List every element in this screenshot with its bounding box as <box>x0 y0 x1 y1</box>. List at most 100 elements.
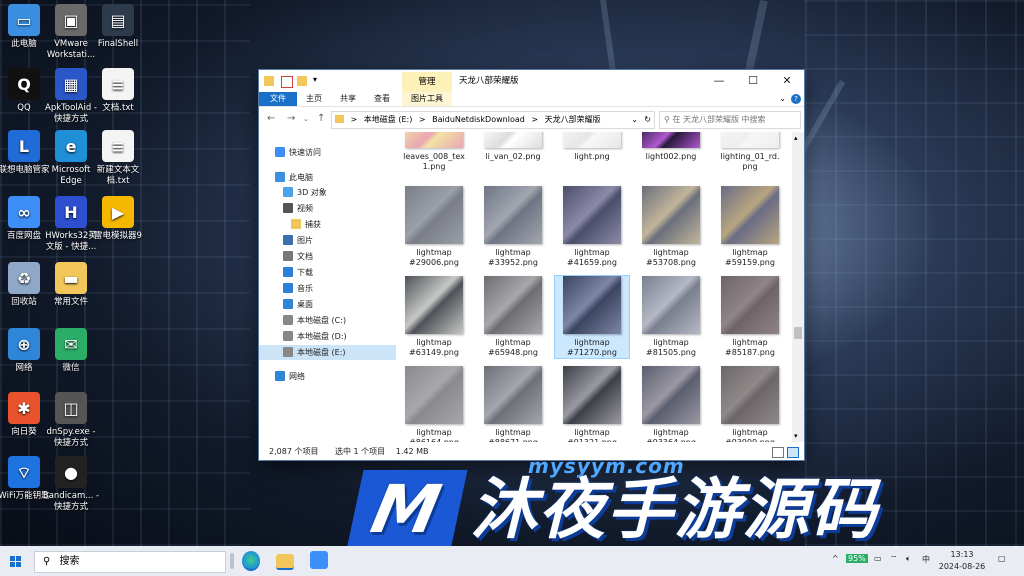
file-tile[interactable]: lightmap #93999.png <box>713 366 787 442</box>
baidu-netdisk-taskbar-icon[interactable] <box>310 551 328 569</box>
file-tile[interactable]: lightmap #59159.png <box>713 186 787 268</box>
nav-item-label: 下载 <box>297 268 313 277</box>
large-icons-view-icon[interactable] <box>787 447 799 458</box>
file-tile[interactable]: lightmap #88671.png <box>476 366 550 442</box>
forward-arrow-icon[interactable]: → <box>287 113 295 124</box>
nav-item[interactable]: 此电脑 <box>259 170 403 185</box>
tray-expand-icon[interactable]: ^ <box>832 554 839 563</box>
ime-indicator[interactable]: 中 <box>922 554 930 565</box>
network-icon[interactable]: ⌔ <box>890 554 898 564</box>
file-tile[interactable]: lightmap #53708.png <box>634 186 708 268</box>
tab-picture-tools[interactable]: 图片工具 <box>402 92 452 106</box>
quick-access-dropdown-icon[interactable]: ▾ <box>313 75 317 84</box>
file-thumbnail <box>484 132 542 148</box>
start-button[interactable] <box>10 556 21 567</box>
up-arrow-icon[interactable]: ↑ <box>317 113 325 124</box>
volume-icon[interactable]: 🔈︎ <box>906 554 911 564</box>
tab-home[interactable]: 主页 <box>306 92 322 106</box>
file-tile[interactable]: lightmap #85187.png <box>713 276 787 358</box>
breadcrumb-folder[interactable]: BaiduNetdiskDownload <box>432 115 525 124</box>
file-tile[interactable]: lightmap #93364.png <box>634 366 708 442</box>
desktop-icon[interactable]: ≡ 文档.txt <box>88 68 148 114</box>
address-bar[interactable]: > 本地磁盘 (E:) > BaiduNetdiskDownload > 天龙八… <box>331 111 655 129</box>
nav-item[interactable]: 捕获 <box>259 217 419 232</box>
file-tile[interactable]: lightmap #29006.png <box>397 186 471 268</box>
minimize-button[interactable]: — <box>702 70 736 92</box>
properties-icon[interactable] <box>281 76 293 88</box>
file-tile[interactable]: lighting_01_rd. png <box>713 132 787 172</box>
watermark-logo: M 沐夜手游源码 <box>346 470 879 550</box>
file-tile[interactable]: lightmap #71270.png <box>554 275 630 359</box>
desktop-icon[interactable]: ▤ FinalShell <box>88 4 148 50</box>
nav-item[interactable]: 快速访问 <box>259 145 403 160</box>
taskbar-search[interactable]: ⚲ 搜索 <box>34 551 226 573</box>
file-thumbnail <box>563 366 621 424</box>
nav-item[interactable]: 桌面 <box>259 297 411 312</box>
file-tile[interactable]: lightmap #65948.png <box>476 276 550 358</box>
close-button[interactable]: ✕ <box>770 70 804 92</box>
file-thumbnail <box>405 186 463 244</box>
details-view-icon[interactable] <box>772 447 784 458</box>
desktop-icon[interactable]: ● Bandicam... - 快捷方式 <box>41 456 101 513</box>
tab-view[interactable]: 查看 <box>374 92 390 106</box>
clock[interactable]: 13:13 2024-08-26 <box>936 549 988 573</box>
file-tile[interactable]: lightmap #41659.png <box>555 186 629 268</box>
task-view-icon[interactable] <box>230 553 234 569</box>
back-arrow-icon[interactable]: ← <box>267 113 275 124</box>
desktop-icon[interactable]: ≡ 新建文本文档.txt <box>88 130 148 187</box>
file-tile[interactable]: light002.png <box>634 132 708 162</box>
tab-file[interactable]: 文件 <box>259 92 297 106</box>
selected-size: 1.42 MB <box>395 447 429 456</box>
file-tile[interactable]: lightmap #63149.png <box>397 276 471 358</box>
breadcrumb-drive[interactable]: 本地磁盘 (E:) <box>364 115 413 124</box>
nav-item[interactable]: 文档 <box>259 249 411 264</box>
nav-item[interactable]: 本地磁盘 (E:) <box>259 345 411 360</box>
battery-indicator[interactable]: 95% <box>846 554 868 563</box>
desktop-icon-label: Bandicam... - 快捷方式 <box>42 491 100 512</box>
desktop-icon-label: 雷电模拟器9 <box>94 231 142 241</box>
help-icon[interactable]: ? <box>791 94 801 104</box>
file-name: lightmap #33952.png <box>488 248 538 267</box>
nav-item[interactable]: 3D 对象 <box>259 185 411 200</box>
edge-taskbar-icon[interactable] <box>242 551 260 571</box>
file-thumbnail <box>721 186 779 244</box>
nav-item[interactable]: 网络 <box>259 369 403 384</box>
maximize-button[interactable]: ☐ <box>736 70 770 92</box>
nav-item[interactable]: 视频 <box>259 201 411 216</box>
notification-icon[interactable]: ▢ <box>998 554 1006 563</box>
desktop-icon[interactable]: ▶ 雷电模拟器9 <box>88 196 148 242</box>
nav-item[interactable]: 音乐 <box>259 281 411 296</box>
file-tile[interactable]: lightmap #86164.png <box>397 366 471 442</box>
nav-item-icon <box>283 267 293 277</box>
file-tile[interactable]: lightmap #33952.png <box>476 186 550 268</box>
desktop-icon[interactable]: ✉ 微信 <box>41 328 101 374</box>
scrollbar-thumb[interactable] <box>794 327 802 339</box>
file-tile[interactable]: leaves_008_tex 1.png <box>397 132 471 172</box>
file-tile[interactable]: lightmap #91321.png <box>555 366 629 442</box>
file-tile[interactable]: li_van_02.png <box>476 132 550 162</box>
file-tile[interactable]: lightmap #81505.png <box>634 276 708 358</box>
nav-item[interactable]: 下载 <box>259 265 411 280</box>
nav-item[interactable]: 本地磁盘 (C:) <box>259 313 411 328</box>
vertical-scrollbar[interactable]: ▴ ▾ <box>792 132 804 442</box>
scroll-down-icon[interactable]: ▾ <box>794 432 798 440</box>
desktop-icon[interactable]: ▬ 常用文件 <box>41 262 101 308</box>
refresh-icon[interactable]: ↻ <box>644 112 651 128</box>
file-explorer-taskbar-icon[interactable] <box>276 554 294 570</box>
context-tab-manage[interactable]: 管理 <box>402 72 452 92</box>
nav-item[interactable]: 本地磁盘 (D:) <box>259 329 411 344</box>
desktop-icon[interactable]: ◫ dnSpy.exe - 快捷方式 <box>41 392 101 449</box>
battery-icon[interactable]: ▭ <box>874 554 882 563</box>
file-tile[interactable]: light.png <box>555 132 629 162</box>
breadcrumb-current[interactable]: 天龙八部荣耀版 <box>545 115 601 124</box>
nav-item[interactable]: 图片 <box>259 233 411 248</box>
tab-share[interactable]: 共享 <box>340 92 356 106</box>
scroll-up-icon[interactable]: ▴ <box>794 134 798 142</box>
new-folder-icon[interactable] <box>297 76 307 86</box>
expand-ribbon-icon[interactable]: ⌄ <box>779 94 786 103</box>
search-box[interactable]: ⚲ 在 天龙八部荣耀版 中搜索 <box>659 111 801 129</box>
clock-date: 2024-08-26 <box>938 562 986 571</box>
address-dropdown-icon[interactable]: ⌄ <box>631 112 638 128</box>
breadcrumb-separator: > <box>350 115 358 124</box>
recent-locations-icon[interactable]: ⌄ <box>303 115 309 123</box>
